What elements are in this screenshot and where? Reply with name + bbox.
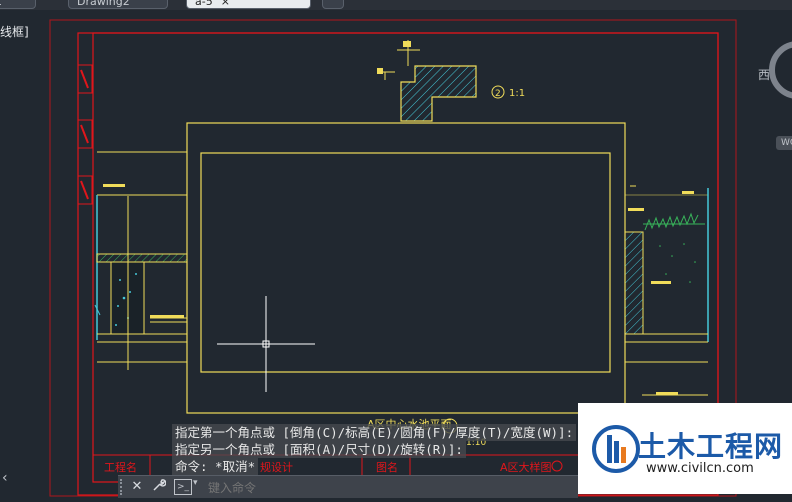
close-icon[interactable]: ✕ [128,478,146,496]
detail-number: 2 [495,89,501,99]
tab-label: 1 [0,0,2,8]
document-tab-bar: 1 Drawing2 a-5 × [0,0,792,10]
detail-scale: 1:1 [509,88,525,99]
compass-west-label[interactable]: 西 [758,66,770,83]
watermark-url: www.civilcn.com [646,461,754,476]
command-line-bar: ✕ >_ ▾ [118,475,578,498]
command-input[interactable] [206,478,570,497]
chevron-left-icon[interactable]: ‹ [2,470,8,486]
command-history-line: 命令: *取消* [172,458,259,475]
logo-emblem-icon [592,425,640,473]
tab-label: a-5 [195,0,213,8]
tab-label: Drawing2 [77,0,130,8]
pool-plan-outer [186,122,626,414]
titleblock-drawing-name: A区大样图 [500,460,552,474]
titleblock-name-label: 图名 [376,460,398,474]
section-detail [400,65,477,122]
watermark-text: 土木工程网 [638,430,784,463]
wall-right [624,231,644,335]
command-history-line: 指定另一个角点或 [面积(A)/尺寸(D)/旋转(R)]: [172,441,466,458]
tab-drawing1[interactable]: 1 [0,0,36,9]
command-prompt-icon[interactable]: >_ [174,479,192,495]
titleblock-project-label: 工程名 [104,460,137,474]
wcs-menu[interactable]: WC [776,136,792,150]
chevron-down-icon[interactable]: ▾ [193,478,198,488]
grass-symbol [644,212,699,231]
grip-handle[interactable] [120,479,126,495]
titleblock-design-label: 规设计 [260,460,293,474]
watermark-logo: 土木工程网 www.civilcn.com [578,403,792,494]
close-icon[interactable]: × [221,0,230,8]
tab-a5[interactable]: a-5 × [186,0,311,9]
slab [96,253,188,263]
command-history-line: 指定第一个角点或 [倒角(C)/标高(E)/圆角(F)/厚度(T)/宽度(W)]… [172,424,577,441]
tab-drawing2[interactable]: Drawing2 [68,0,168,9]
new-tab-button[interactable] [322,0,344,9]
wrench-icon[interactable] [150,478,168,496]
